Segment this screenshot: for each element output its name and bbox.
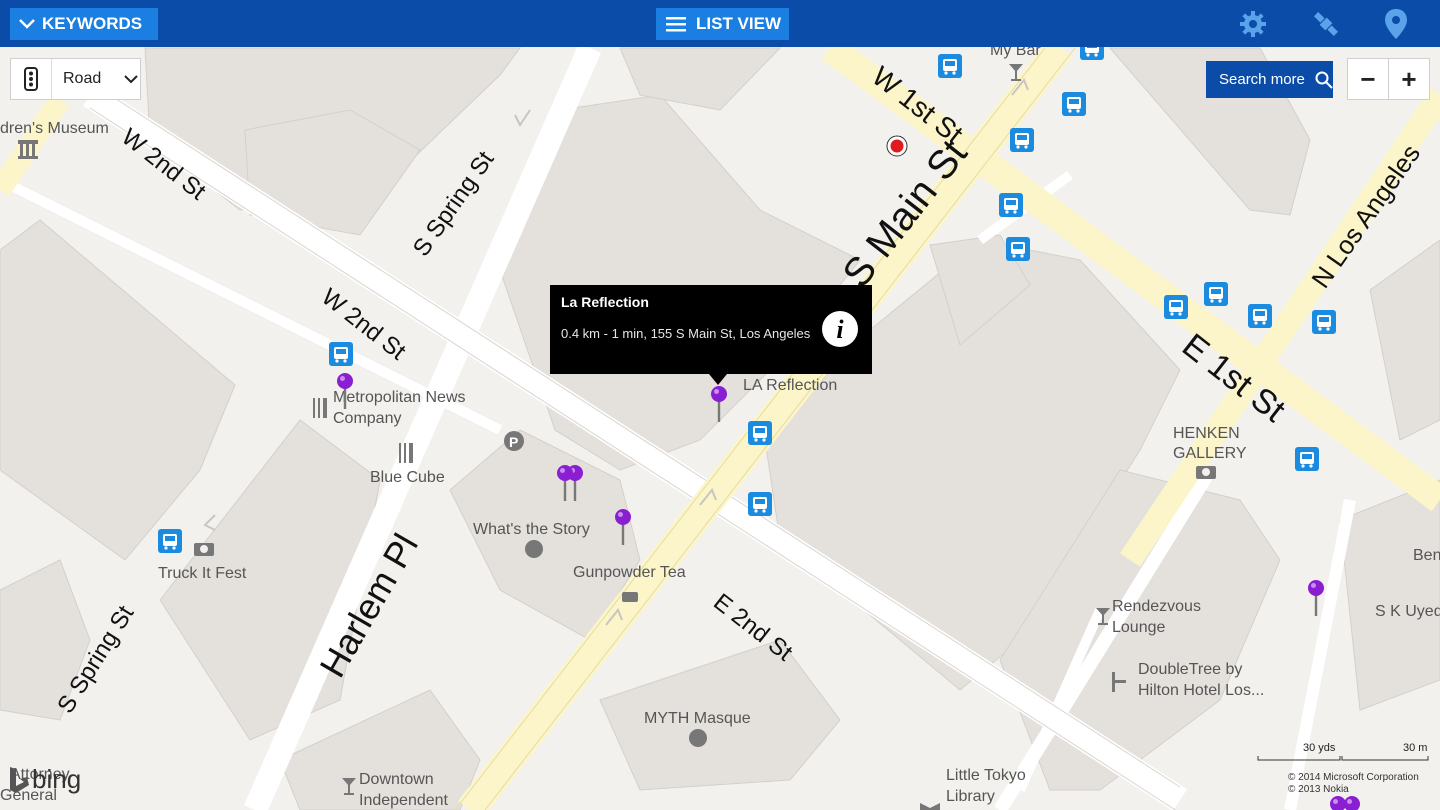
bing-logo: bing [8, 764, 81, 795]
callout-details: 0.4 km - 1 min, 155 S Main St, Los Angel… [561, 326, 811, 341]
svg-text:P: P [509, 434, 518, 450]
search-icon [1315, 71, 1333, 89]
list-view-button[interactable]: LIST VIEW [656, 8, 789, 40]
callout-title: La Reflection [561, 294, 649, 310]
camera-icon [194, 543, 214, 556]
bus-stop-icon[interactable] [158, 529, 182, 553]
top-toolbar: KEYWORDS LIST VIEW [0, 0, 1440, 47]
place-label: Independent [359, 792, 449, 809]
bus-stop-icon[interactable] [999, 193, 1023, 217]
bing-b-icon [10, 766, 29, 793]
search-more-label: Search more [1219, 71, 1305, 88]
place-label: Lounge [1112, 619, 1165, 636]
scale-meters: 30 m [1403, 742, 1428, 754]
place-label: Gunpowder Tea [573, 564, 686, 581]
zoom-out-button[interactable]: − [1347, 58, 1389, 100]
info-icon[interactable]: i [821, 310, 859, 348]
copyright-attribution: © 2014 Microsoft Corporation © 2013 Noki… [1288, 772, 1419, 796]
location-pin-icon [1385, 9, 1407, 39]
place-label: Library [946, 788, 995, 805]
gear-icon [1240, 11, 1266, 37]
search-more-button[interactable]: Search more [1206, 61, 1333, 98]
bus-stop-icon[interactable] [748, 492, 772, 516]
map-style-label: Road [63, 70, 102, 87]
place-label: Ben [1413, 547, 1440, 564]
place-label: GALLERY [1173, 445, 1247, 462]
bus-stop-icon[interactable] [1204, 282, 1228, 306]
place-label: Rendezvous [1112, 598, 1201, 615]
museum-icon [18, 140, 38, 159]
satellite-icon [1313, 11, 1339, 37]
my-location-button[interactable] [1380, 8, 1412, 40]
chevron-down-icon [124, 74, 138, 83]
bus-stop-icon[interactable] [1006, 237, 1030, 261]
place-label: Downtown [359, 771, 434, 788]
map-canvas[interactable]: W 1st St W 2nd St S Spring St S Main St … [0, 0, 1440, 810]
parking-icon: P [504, 431, 524, 451]
bus-stop-icon[interactable] [1010, 128, 1034, 152]
satellite-button[interactable] [1310, 8, 1342, 40]
place-label: What's the Story [473, 521, 590, 538]
bus-stop-icon[interactable] [1312, 310, 1336, 334]
place-label: Truck It Fest [158, 565, 247, 582]
callout-tail [709, 374, 727, 385]
place-label: DoubleTree by [1138, 661, 1242, 678]
theater-icon [689, 729, 707, 747]
theater-icon [525, 540, 543, 558]
place-label: Company [333, 410, 401, 427]
place-label: dren's Museum [0, 120, 109, 137]
bus-stop-icon[interactable] [1062, 92, 1086, 116]
traffic-light-icon [24, 67, 38, 91]
place-label: Hilton Hotel Los... [1138, 682, 1264, 699]
place-label: S K Uyed [1375, 603, 1440, 620]
bus-stop-icon[interactable] [938, 54, 962, 78]
place-label: Blue Cube [370, 469, 445, 486]
zoom-out-label: − [1360, 63, 1376, 94]
camera-icon [1196, 466, 1216, 479]
scale-yards: 30 yds [1303, 742, 1336, 754]
settings-button[interactable] [1237, 8, 1269, 40]
place-label: Metropolitan News [333, 389, 466, 406]
bing-logo-text: bing [32, 764, 82, 794]
attribution-line: © 2013 Nokia [1288, 784, 1349, 795]
map-style-dropdown[interactable]: Road [10, 58, 141, 100]
place-label: LA Reflection [743, 377, 837, 394]
bus-stop-icon[interactable] [1248, 304, 1272, 328]
list-icon [666, 17, 686, 32]
bus-stop-icon[interactable] [1164, 295, 1188, 319]
attribution-line: © 2014 Microsoft Corporation [1288, 772, 1419, 783]
place-label: MYTH Masque [644, 710, 751, 727]
chevron-down-icon [19, 19, 35, 29]
coffee-icon [622, 592, 638, 602]
traffic-toggle[interactable] [11, 59, 52, 99]
place-label: Little Tokyo [946, 767, 1026, 784]
bus-stop-icon[interactable] [329, 342, 353, 366]
zoom-in-label: + [1401, 63, 1417, 94]
list-view-label: LIST VIEW [696, 14, 781, 33]
bus-stop-icon[interactable] [1295, 447, 1319, 471]
place-label: HENKEN [1173, 425, 1240, 442]
current-location-icon [886, 135, 908, 157]
keywords-button[interactable]: KEYWORDS [10, 8, 158, 40]
place-callout[interactable]: La Reflection 0.4 km - 1 min, 155 S Main… [550, 285, 872, 385]
keywords-label: KEYWORDS [42, 14, 143, 33]
svg-text:i: i [836, 315, 844, 344]
bus-stop-icon[interactable] [748, 421, 772, 445]
zoom-in-button[interactable]: + [1388, 58, 1430, 100]
